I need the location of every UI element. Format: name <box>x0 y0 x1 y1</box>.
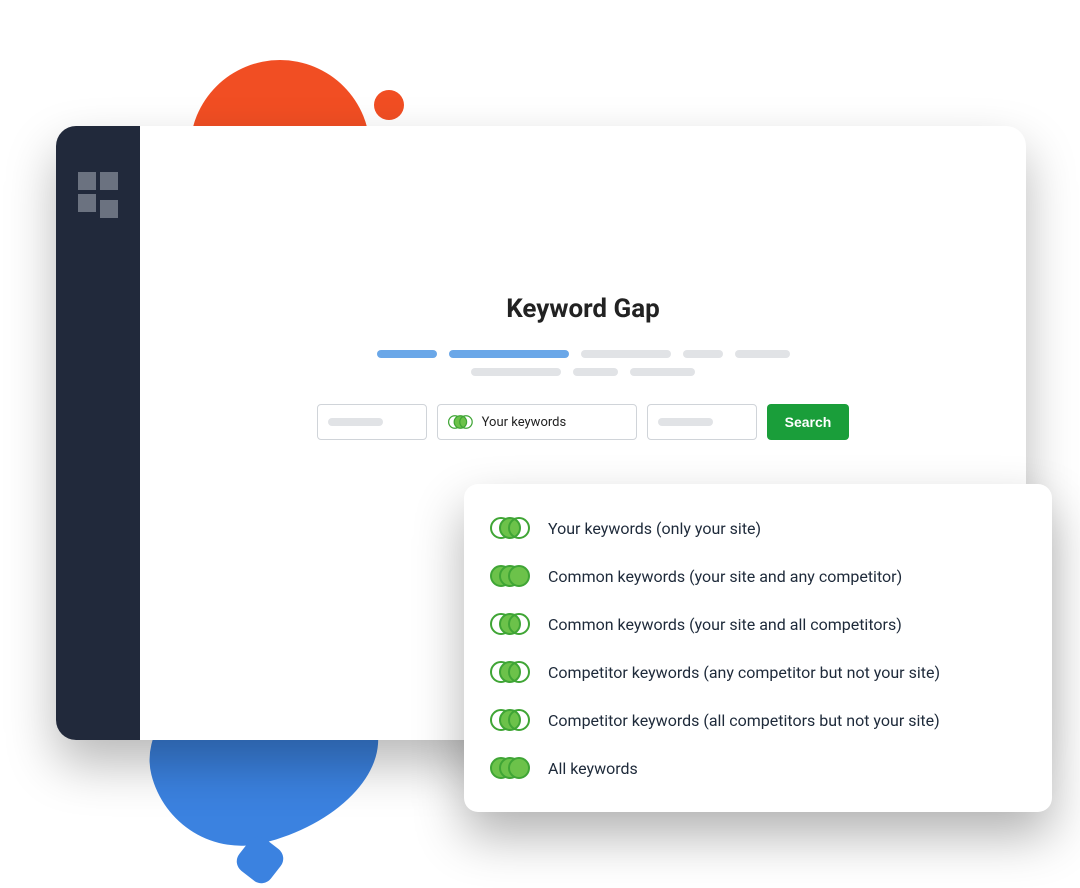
filter-option-label: Your keywords (only your site) <box>548 519 761 538</box>
venn-icon <box>490 706 530 734</box>
keyword-filter-dropdown: Your keywords (only your site) Common ke… <box>464 484 1052 812</box>
domain-input-2[interactable] <box>647 404 757 440</box>
filter-option-label: All keywords <box>548 759 638 778</box>
filter-option-label: Common keywords (your site and any compe… <box>548 567 902 586</box>
venn-icon <box>490 610 530 638</box>
dashboard-icon[interactable] <box>78 172 118 740</box>
filter-option-label: Common keywords (your site and all compe… <box>548 615 902 634</box>
filter-option-your[interactable]: Your keywords (only your site) <box>490 504 1026 552</box>
sidebar <box>56 126 140 740</box>
decor-circle-orange-small <box>374 90 404 120</box>
venn-icon <box>490 514 530 542</box>
filter-option-label: Competitor keywords (all competitors but… <box>548 711 940 730</box>
search-row: Your keywords Search <box>317 404 850 440</box>
keyword-filter-select[interactable]: Your keywords <box>437 404 637 440</box>
filter-option-competitor-any[interactable]: Competitor keywords (any competitor but … <box>490 648 1026 696</box>
venn-icon <box>490 754 530 782</box>
page-title: Keyword Gap <box>506 294 660 324</box>
placeholder-bars <box>377 350 790 376</box>
venn-icon <box>448 413 464 430</box>
search-button[interactable]: Search <box>767 404 850 440</box>
filter-option-all[interactable]: All keywords <box>490 744 1026 792</box>
filter-option-common-all[interactable]: Common keywords (your site and all compe… <box>490 600 1026 648</box>
filter-option-label: Competitor keywords (any competitor but … <box>548 663 940 682</box>
venn-icon <box>490 658 530 686</box>
selected-filter-label: Your keywords <box>482 415 567 430</box>
domain-input-1[interactable] <box>317 404 427 440</box>
filter-option-competitor-all[interactable]: Competitor keywords (all competitors but… <box>490 696 1026 744</box>
filter-option-common-any[interactable]: Common keywords (your site and any compe… <box>490 552 1026 600</box>
venn-icon <box>490 562 530 590</box>
